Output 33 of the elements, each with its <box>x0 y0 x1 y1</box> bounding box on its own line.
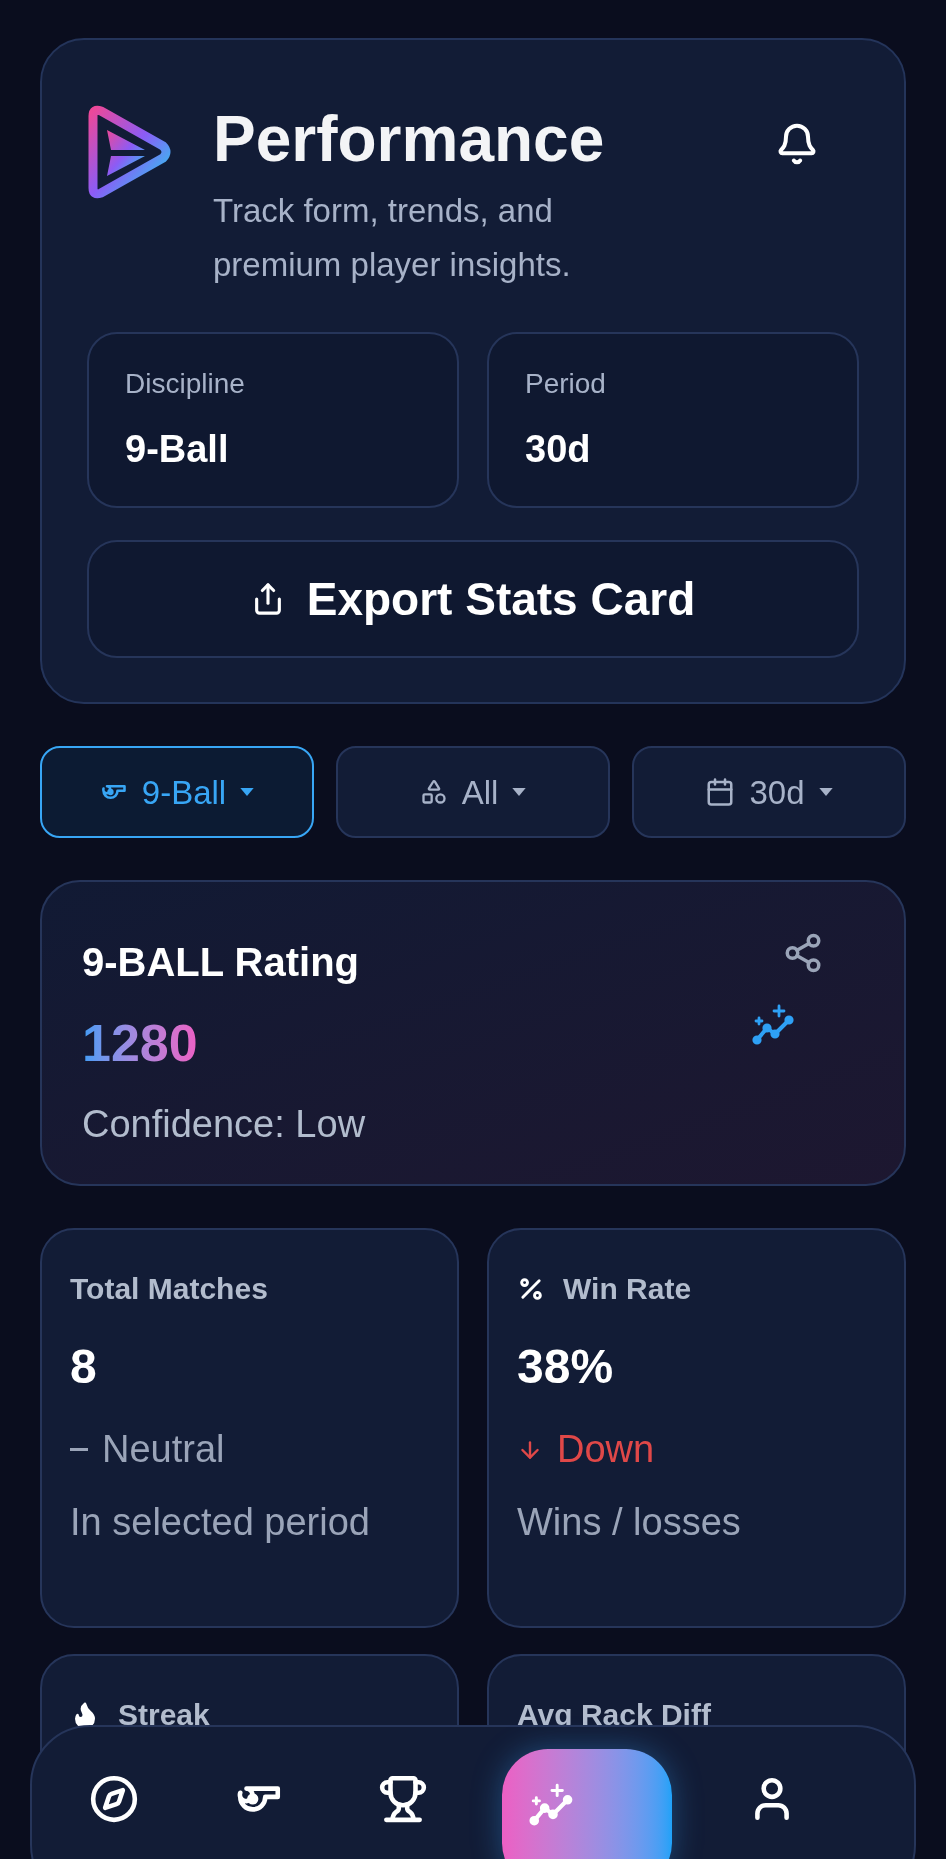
selector-label: Discipline <box>125 366 245 401</box>
selector-field[interactable]: Period 30d <box>487 332 859 509</box>
stat-note: Wins / losses <box>517 1500 742 1546</box>
rating-title: 9-BALL Rating <box>82 939 361 987</box>
dash-icon <box>70 1448 88 1452</box>
nav-tab[interactable] <box>502 1749 673 1859</box>
trend-text: Down <box>557 1427 655 1473</box>
selector-field[interactable]: Discipline 9-Ball <box>87 332 459 509</box>
filter-chip[interactable]: 9-Ball <box>40 746 314 839</box>
stat-title: Streak <box>118 1697 210 1734</box>
export-button[interactable]: Export Stats Card <box>87 540 859 659</box>
caret-icon <box>818 788 833 797</box>
trend-text: Neutral <box>102 1427 225 1473</box>
shapes-icon <box>419 778 448 807</box>
calendar-icon <box>705 777 736 808</box>
filter-chip[interactable]: 30d <box>632 746 906 839</box>
filter-chip[interactable]: All <box>336 746 610 839</box>
trophy-icon <box>377 1774 428 1824</box>
confidence-text: Confidence: Low <box>82 1102 366 1148</box>
stat-title: Total Matches <box>70 1271 268 1308</box>
caret-icon <box>240 788 255 797</box>
stat-note: In selected period <box>70 1500 371 1546</box>
caret-icon <box>512 788 527 797</box>
compass-icon <box>89 1774 140 1824</box>
stat-title: Win Rate <box>563 1271 692 1308</box>
logo-icon <box>87 104 171 200</box>
page-title: Performance <box>213 104 606 175</box>
stat-value: 8 <box>70 1339 98 1396</box>
page-subtitle: Track form, trends, and premium player insights. <box>213 191 572 286</box>
selector-value: 9-Ball <box>125 426 229 472</box>
selector-label: Period <box>525 366 606 401</box>
stat-value: 38% <box>517 1339 615 1396</box>
selector-value: 30d <box>525 426 591 472</box>
